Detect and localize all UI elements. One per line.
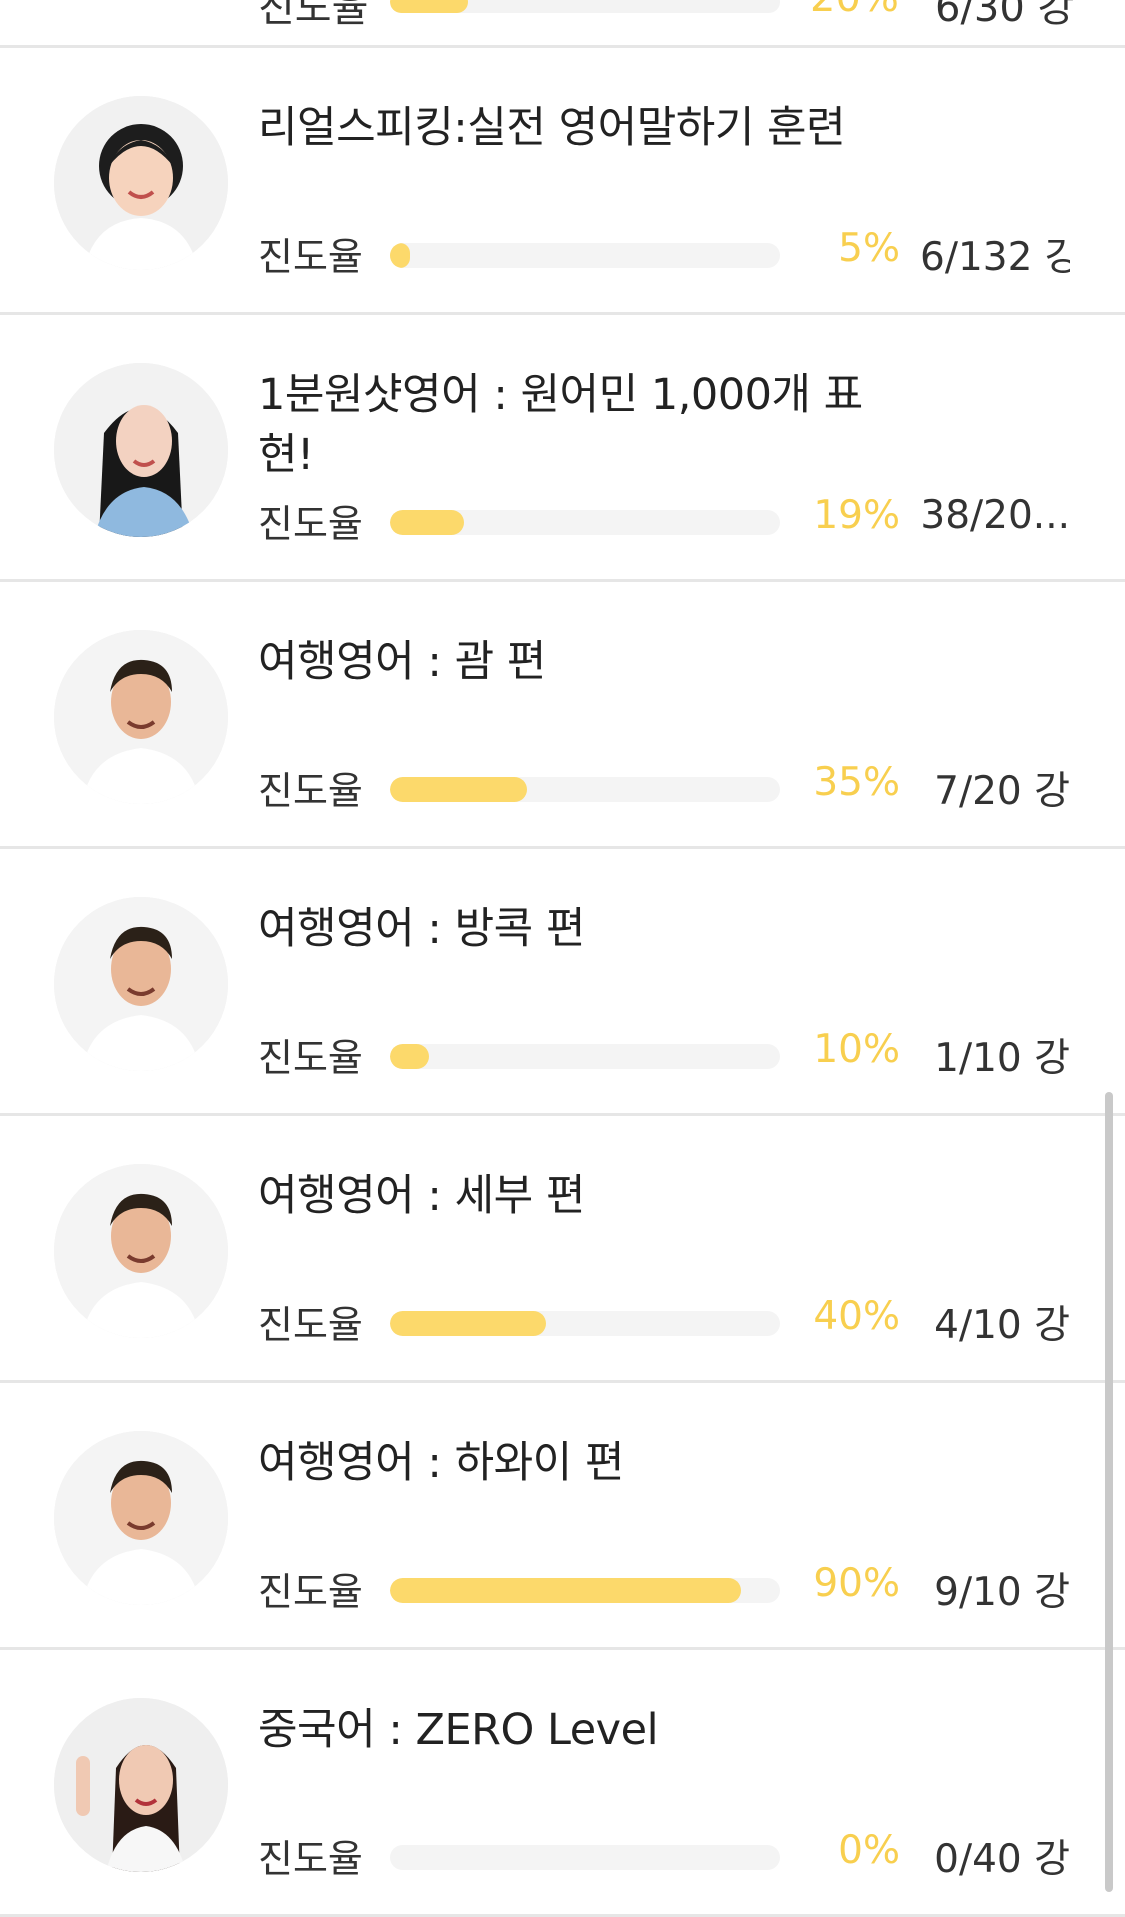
lecture-count: 0/40 강: [934, 1837, 1070, 1882]
progress-bar: [390, 777, 780, 802]
progress-percent: 10%: [813, 1027, 900, 1072]
lecture-count: 6/30 강: [935, 0, 1075, 31]
woman-short-hair-avatar: [54, 96, 228, 270]
progress-percent: 5%: [838, 226, 900, 271]
course-title: 여행영어 : 세부 편: [258, 1171, 585, 1221]
progress-label: 진도율: [258, 1570, 363, 1614]
progress-bar: [390, 0, 780, 13]
progress-label: 진도율: [258, 235, 363, 279]
progress-bar: [390, 1311, 780, 1336]
progress-bar-fill: [390, 510, 465, 535]
woman-long-hair-avatar: [54, 363, 228, 537]
progress-label: 진도율: [258, 502, 363, 546]
lecture-count: 9/10 강: [934, 1570, 1070, 1615]
progress-percent: 40%: [813, 1294, 900, 1339]
lecture-count: 4/10 강: [934, 1303, 1070, 1348]
course-title: 1분원샷영어 : 원어민 1,000개 표현!: [258, 370, 863, 480]
course-title: 여행영어 : 괌 편: [258, 637, 546, 687]
progress-bar: [390, 243, 780, 268]
progress-bar-fill: [390, 1311, 546, 1336]
progress-label: 진도율: [258, 769, 363, 813]
lecture-count: 7/20 강: [934, 769, 1070, 814]
progress-percent: 20%: [810, 0, 899, 21]
progress-percent: 90%: [813, 1561, 900, 1606]
progress-bar: [390, 1044, 780, 1069]
man-avatar: [54, 1164, 228, 1338]
course-title: 여행영어 : 하와이 편: [258, 1438, 624, 1488]
course-row[interactable]: 중국어 : ZERO Level 진도율 0% 0/40 강: [0, 1650, 1125, 1917]
progress-bar-fill: [390, 0, 468, 13]
course-row[interactable]: 여행영어 : 하와이 편 진도율 90% 9/10 강: [0, 1383, 1125, 1650]
course-title: 여행영어 : 방콕 편: [258, 904, 585, 954]
man-avatar: [54, 630, 228, 804]
progress-bar-fill: [390, 243, 410, 268]
progress-label: 진도율: [258, 1303, 363, 1347]
man-avatar: [54, 897, 228, 1071]
progress-label: 진도율: [258, 1837, 363, 1881]
course-progress-list: 진도율 20% 6/30 강 리얼스피킹:실전 영어말하기 훈련 진도율 5% …: [0, 0, 1125, 1917]
progress-bar-fill: [390, 1578, 741, 1603]
course-title: 중국어 : ZERO Level: [258, 1705, 659, 1755]
course-row[interactable]: 여행영어 : 괌 편 진도율 35% 7/20 강: [0, 582, 1125, 849]
progress-bar-fill: [390, 777, 527, 802]
course-row[interactable]: 1분원샷영어 : 원어민 1,000개 표현! 진도율 19% 38/20...: [0, 315, 1125, 582]
progress-percent: 0%: [838, 1828, 900, 1873]
progress-bar-fill: [390, 1044, 429, 1069]
man-avatar: [54, 1431, 228, 1605]
course-row[interactable]: 리얼스피킹:실전 영어말하기 훈련 진도율 5% 6/132 강: [0, 48, 1125, 315]
progress-bar: [390, 1845, 780, 1870]
lecture-count: 38/20...: [920, 493, 1070, 538]
course-row-partial[interactable]: 진도율 20% 6/30 강: [0, 0, 1125, 48]
woman-pointing-avatar: [54, 1698, 228, 1872]
progress-label: 진도율: [258, 0, 369, 31]
lecture-count: 1/10 강: [934, 1036, 1070, 1081]
lecture-count: 6/132 강: [920, 235, 1070, 280]
course-row[interactable]: 여행영어 : 세부 편 진도율 40% 4/10 강: [0, 1116, 1125, 1383]
progress-label: 진도율: [258, 1036, 363, 1080]
progress-percent: 35%: [813, 760, 900, 805]
progress-bar: [390, 1578, 780, 1603]
progress-bar: [390, 510, 780, 535]
scrollbar[interactable]: [1105, 1092, 1113, 1892]
course-title: 리얼스피킹:실전 영어말하기 훈련: [258, 103, 846, 153]
course-row[interactable]: 여행영어 : 방콕 편 진도율 10% 1/10 강: [0, 849, 1125, 1116]
progress-percent: 19%: [813, 493, 900, 538]
